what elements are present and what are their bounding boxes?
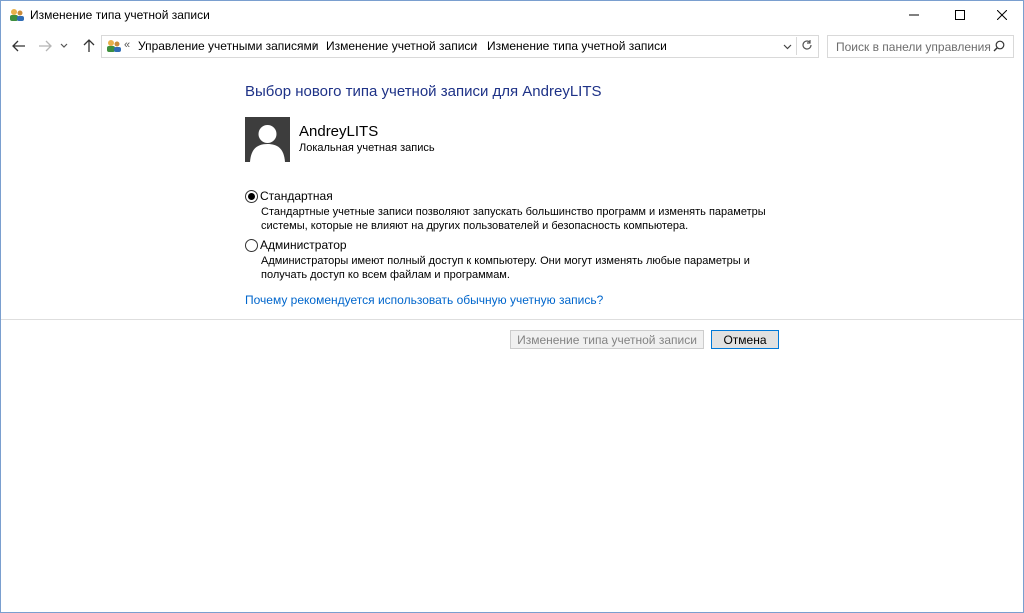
control-panel-icon: [106, 39, 122, 53]
administrator-radio[interactable]: [245, 239, 258, 252]
change-account-type-button[interactable]: Изменение типа учетной записи: [510, 330, 704, 349]
breadcrumb-user-accounts[interactable]: Управление учетными записями: [138, 39, 318, 53]
standard-radio[interactable]: [245, 190, 258, 203]
refresh-icon: [801, 39, 813, 54]
title-bar: Изменение типа учетной записи: [1, 1, 1023, 29]
maximize-button[interactable]: [937, 1, 983, 29]
up-button[interactable]: [79, 36, 99, 56]
control-panel-window: Изменение типа учетной записи « Управлен…: [0, 0, 1024, 613]
avatar: [245, 117, 290, 162]
help-link[interactable]: Почему рекомендуется использовать обычну…: [245, 293, 603, 307]
navigation-bar: « Управление учетными записями › Изменен…: [1, 31, 1023, 61]
user-accounts-icon: [9, 8, 25, 22]
refresh-button[interactable]: [797, 37, 817, 55]
page-title: Выбор нового типа учетной записи для And…: [245, 83, 602, 100]
address-bar[interactable]: « Управление учетными записями › Изменен…: [101, 35, 819, 58]
window-title: Изменение типа учетной записи: [30, 8, 210, 22]
standard-radio-label[interactable]: Стандартная: [260, 189, 333, 203]
administrator-radio-label[interactable]: Администратор: [260, 238, 347, 252]
breadcrumb-change-account-type[interactable]: Изменение типа учетной записи: [487, 39, 667, 53]
user-name: AndreyLITS: [299, 123, 379, 140]
chevron-down-icon: [783, 39, 792, 53]
minimize-button[interactable]: [891, 1, 937, 29]
standard-description-line-2: системы, которые не влияют на других пол…: [261, 220, 689, 232]
address-dropdown-button[interactable]: [778, 37, 797, 55]
recent-locations-button[interactable]: [58, 36, 70, 56]
search-placeholder: Поиск в панели управления: [836, 40, 991, 54]
administrator-description-line-1: Администраторы имеют полный доступ к ком…: [261, 255, 750, 267]
administrator-description-line-2: получать доступ ко всем файлам и програм…: [261, 269, 510, 281]
back-button[interactable]: [9, 36, 29, 56]
breadcrumb-change-account[interactable]: Изменение учетной записи: [326, 39, 477, 53]
standard-description-line-1: Стандартные учетные записи позволяют зап…: [261, 206, 766, 218]
breadcrumb-separator[interactable]: ›: [474, 39, 478, 51]
search-box[interactable]: Поиск в панели управления: [827, 35, 1014, 58]
breadcrumb-separator[interactable]: ›: [313, 39, 317, 51]
breadcrumb-overflow[interactable]: «: [124, 39, 130, 51]
close-button[interactable]: [979, 1, 1023, 29]
search-icon[interactable]: [993, 40, 1005, 55]
forward-button[interactable]: [35, 36, 55, 56]
divider: [1, 319, 1023, 320]
user-account-type: Локальная учетная запись: [299, 142, 435, 154]
cancel-button[interactable]: Отмена: [711, 330, 779, 349]
user-silhouette-icon: [250, 125, 285, 162]
